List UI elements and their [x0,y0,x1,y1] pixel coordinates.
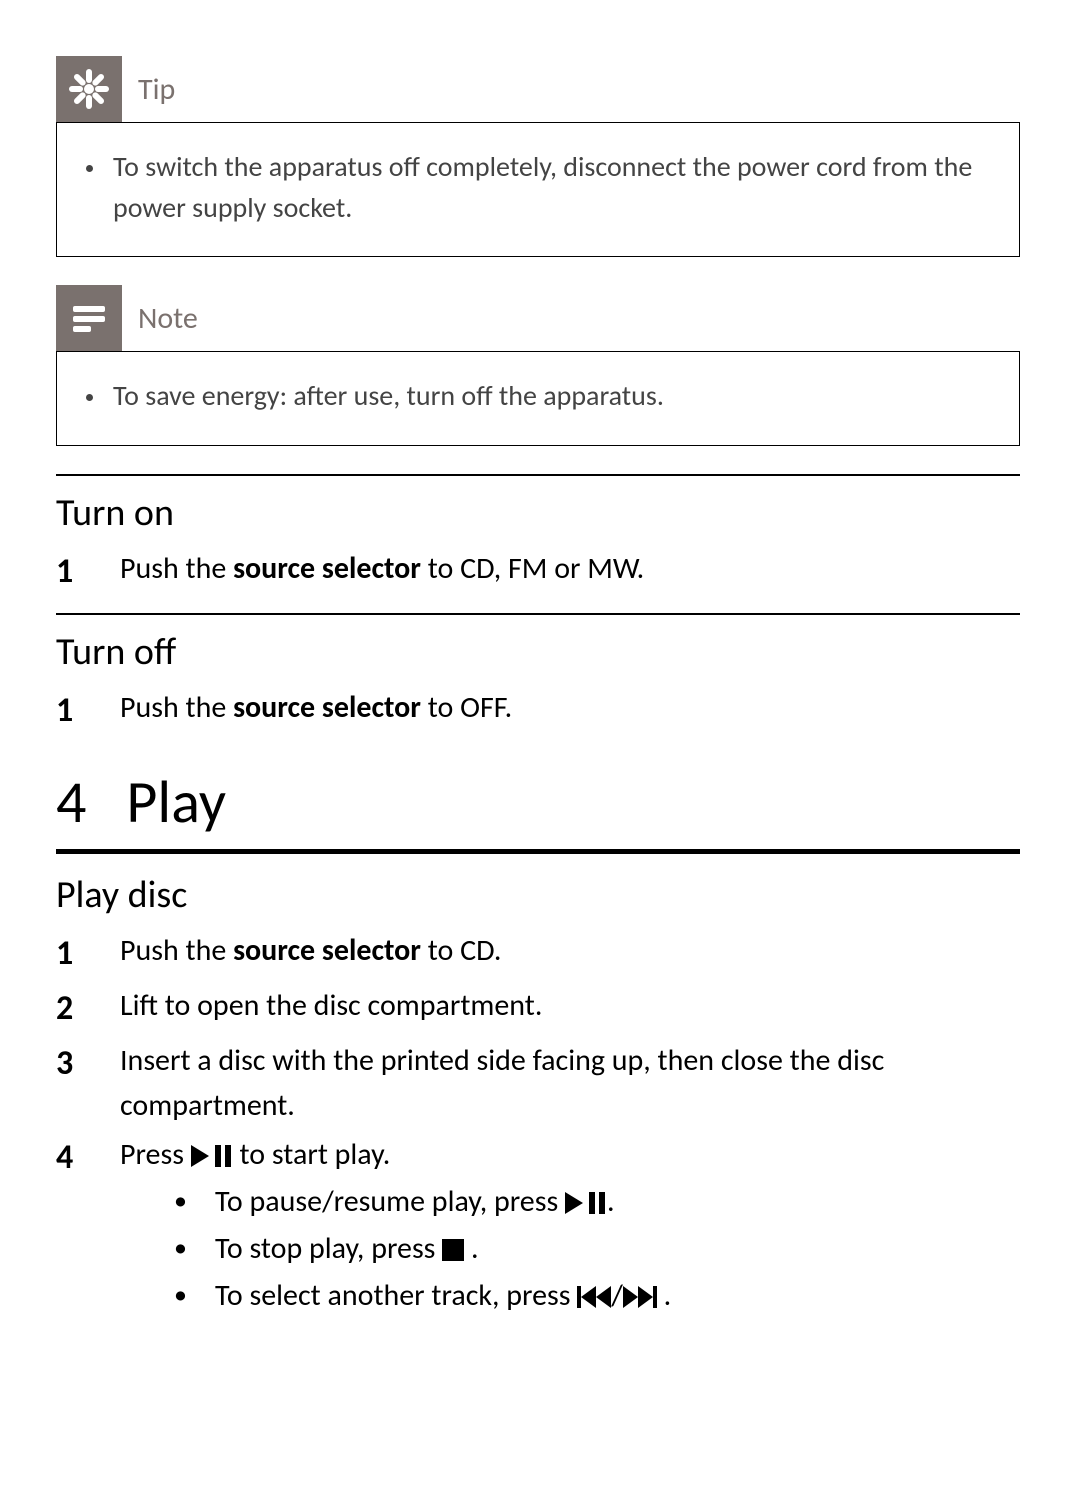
substep-text: To select another track, press / [215,1273,671,1318]
tip-callout: Tip To switch the apparatus off complete… [56,56,1020,257]
note-header: Note [56,285,1020,351]
step: Insert a disc with the printed side faci… [56,1038,1020,1128]
section-title-play-disc: Play disc [56,872,1020,918]
tip-header: Tip [56,56,1020,122]
note-body: To save energy: after use, turn off the … [56,351,1020,446]
step: Lift to open the disc compartment. [56,983,1020,1034]
play-disc-substeps: To pause/resume play, press . To stop pl… [120,1179,1020,1318]
stop-icon [442,1239,464,1261]
asterisk-icon [56,56,122,122]
previous-track-icon [577,1286,611,1308]
substep-text: To pause/resume play, press . [215,1179,615,1224]
play-pause-icon [191,1145,233,1167]
note-item: To save energy: after use, turn off the … [107,376,991,417]
note-lines-icon [56,285,122,351]
section-title-turn-off: Turn off [56,629,1020,675]
section-title-turn-on: Turn on [56,490,1020,536]
substep: To pause/resume play, press . [174,1179,1020,1224]
step-text: Press to start play. [120,1136,390,1173]
step: Press to start play. To pause/resume pla… [56,1132,1020,1320]
substep: To stop play, press . [174,1226,1020,1271]
tip-item: To switch the apparatus off completely, … [107,147,991,228]
play-pause-icon [565,1192,607,1214]
divider [56,474,1020,476]
note-label: Note [138,300,198,337]
divider [56,613,1020,615]
step-text: Push the source selector to CD, FM or MW… [120,546,644,591]
step: Push the source selector to CD, FM or MW… [56,546,1020,597]
chapter-title: Play [126,766,226,839]
substep: To select another track, press / [174,1273,1020,1318]
chapter-number: 4 [56,766,86,839]
tip-body: To switch the apparatus off completely, … [56,122,1020,257]
tip-label: Tip [138,71,175,108]
step-text: Insert a disc with the printed side faci… [120,1038,1020,1128]
step: Push the source selector to OFF. [56,685,1020,736]
step: Push the source selector to CD. [56,928,1020,979]
turn-off-steps: Push the source selector to OFF. [56,685,1020,736]
step-text: Lift to open the disc compartment. [120,983,542,1028]
step-text: Push the source selector to OFF. [120,685,512,730]
manual-page: Tip To switch the apparatus off complete… [0,0,1080,1498]
step-text: Push the source selector to CD. [120,928,501,973]
chapter-heading: 4 Play [56,766,1020,839]
note-callout: Note To save energy: after use, turn off… [56,285,1020,446]
play-disc-steps: Push the source selector to CD. Lift to … [56,928,1020,1320]
substep-text: To stop play, press . [215,1226,479,1271]
next-track-icon [623,1286,657,1308]
chapter-divider [56,849,1020,854]
turn-on-steps: Push the source selector to CD, FM or MW… [56,546,1020,597]
